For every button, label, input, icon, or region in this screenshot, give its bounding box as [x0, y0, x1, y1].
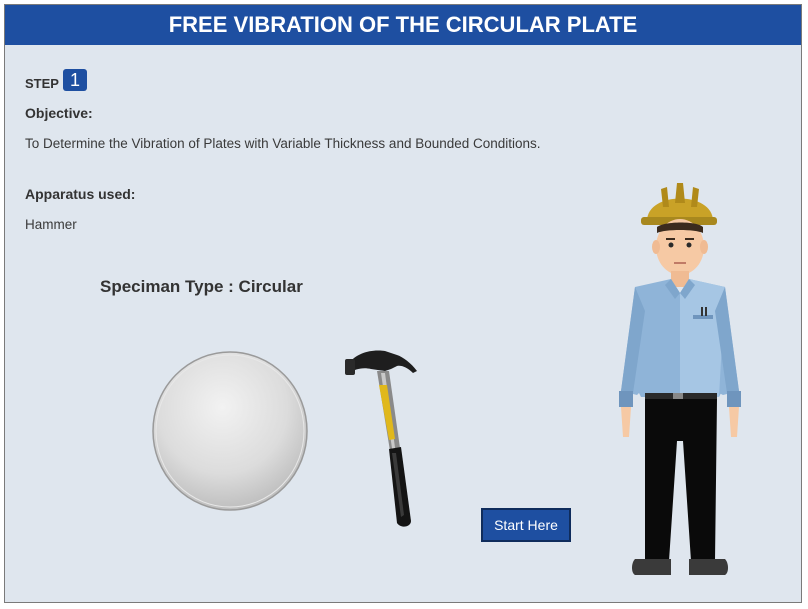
- circular-plate-image: [152, 351, 308, 511]
- experiment-panel: FREE VIBRATION OF THE CIRCULAR PLATE STE…: [4, 4, 802, 603]
- specimen-type-title: Speciman Type : Circular: [100, 277, 303, 296]
- step-label: STEP: [25, 75, 59, 91]
- step-number-badge: 1: [62, 69, 87, 91]
- apparatus-heading: Apparatus used:: [25, 186, 136, 202]
- start-here-button[interactable]: Start Here: [481, 508, 571, 542]
- objective-text: To Determine the Vibration of Plates wit…: [25, 136, 541, 151]
- apparatus-text: Hammer: [25, 217, 77, 232]
- objective-heading: Objective:: [25, 105, 93, 121]
- step-indicator: STEP 1: [25, 69, 87, 91]
- engineer-illustration: [619, 183, 741, 575]
- hammer-image: [345, 350, 417, 527]
- page-title: FREE VIBRATION OF THE CIRCULAR PLATE: [5, 5, 801, 45]
